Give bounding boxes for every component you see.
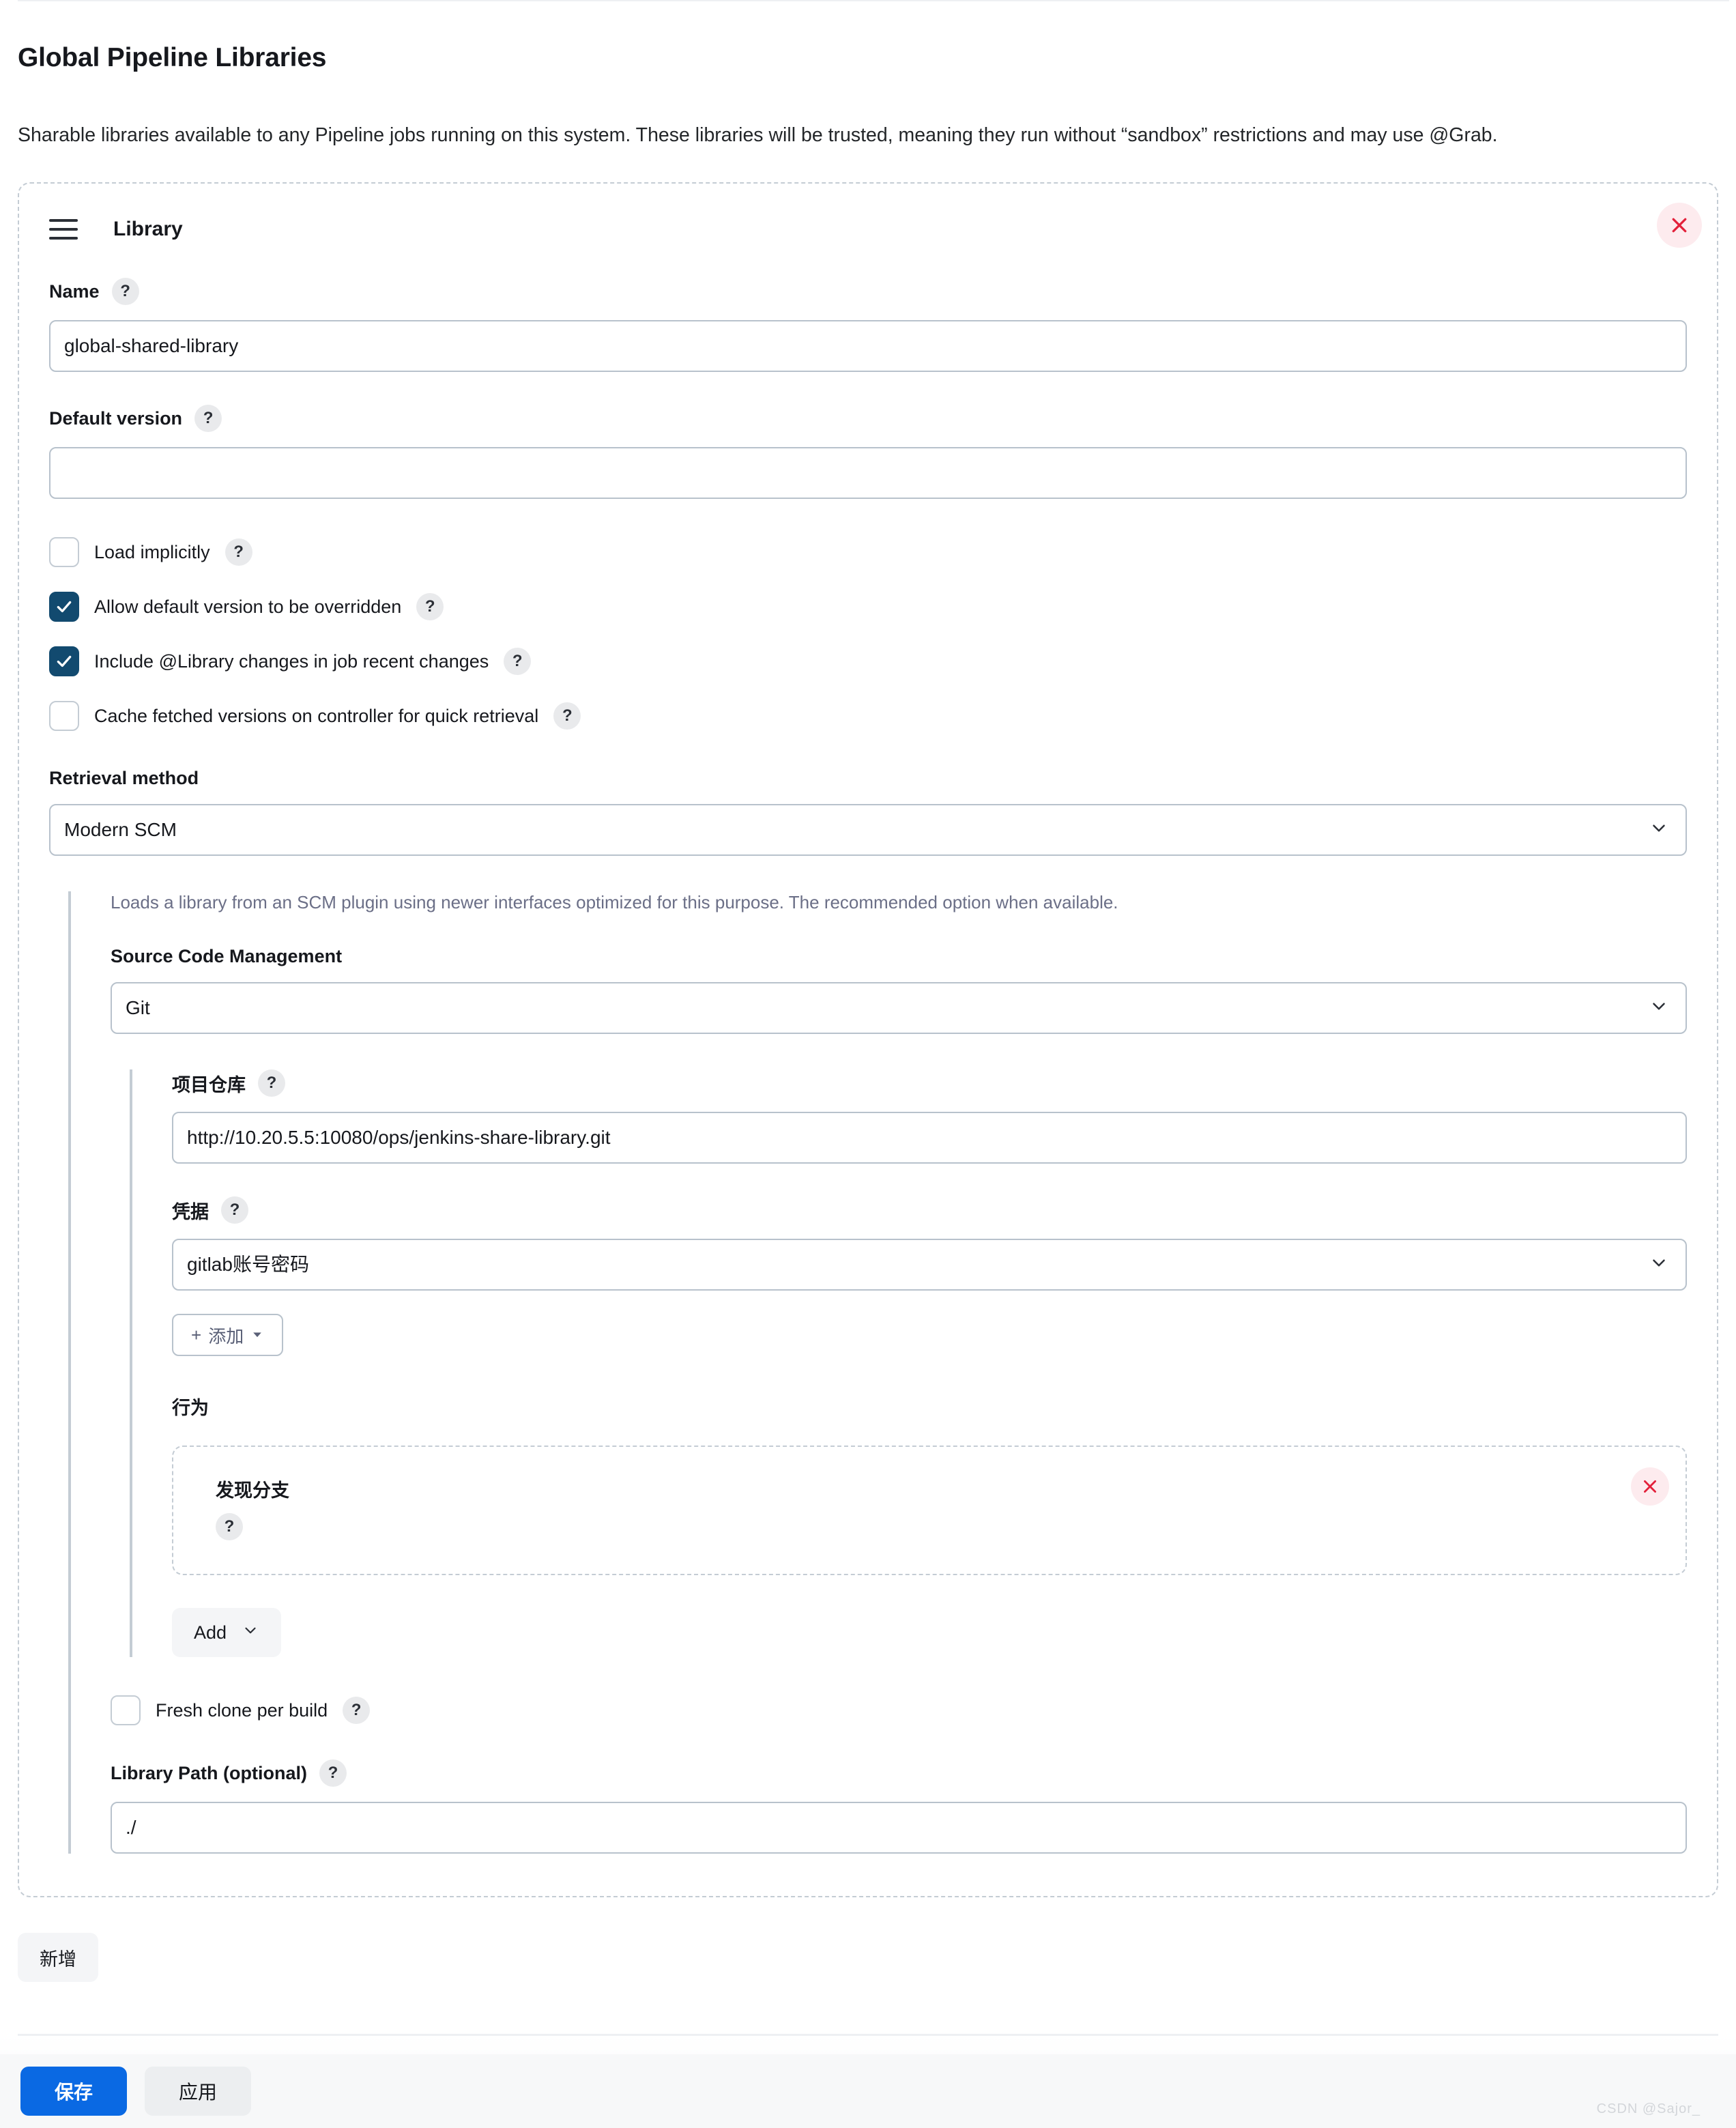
option-fresh-clone[interactable]: Fresh clone per build ?: [111, 1695, 1687, 1726]
option-cache-fetched-versions[interactable]: Cache fetched versions on controller for…: [49, 701, 1687, 732]
cache-fetched-versions-help-icon[interactable]: ?: [553, 702, 581, 730]
cache-fetched-versions-checkbox[interactable]: [49, 701, 79, 732]
scm-select[interactable]: Git: [111, 982, 1687, 1035]
add-credentials-label: 添加: [208, 1325, 244, 1347]
default-version-label: Default version: [49, 407, 183, 429]
repository-help-icon[interactable]: ?: [258, 1069, 285, 1097]
save-button[interactable]: 保存: [20, 2067, 128, 2116]
allow-override-help-icon[interactable]: ?: [416, 593, 444, 621]
scm-label: Source Code Management: [111, 946, 343, 967]
library-path-label: Library Path (optional): [111, 1762, 308, 1783]
name-help-icon[interactable]: ?: [111, 278, 139, 306]
fresh-clone-checkbox[interactable]: [111, 1695, 141, 1726]
default-version-field-group: Default version ?: [49, 405, 1687, 500]
behavior-help-icon[interactable]: ?: [216, 1513, 243, 1541]
option-allow-override[interactable]: Allow default version to be overridden ?: [49, 592, 1687, 622]
add-credentials-button[interactable]: + 添加: [172, 1314, 284, 1357]
default-version-label-row: Default version ?: [49, 405, 1687, 433]
credentials-select-wrap[interactable]: gitlab账号密码: [172, 1239, 1687, 1291]
fresh-clone-label: Fresh clone per build: [156, 1699, 328, 1721]
include-library-changes-label: Include @Library changes in job recent c…: [94, 650, 489, 672]
add-library-wrap: 新增: [18, 1933, 1718, 1983]
name-label: Name: [49, 281, 100, 302]
page-content: Global Pipeline Libraries Sharable libra…: [0, 43, 1736, 1983]
behaviors-label: 行为: [172, 1398, 209, 1419]
add-library-button[interactable]: 新增: [18, 1933, 98, 1983]
retrieval-method-select[interactable]: Modern SCM: [49, 804, 1687, 857]
option-load-implicitly[interactable]: Load implicitly ?: [49, 537, 1687, 568]
library-path-help-icon[interactable]: ?: [319, 1759, 347, 1787]
library-options-list: Load implicitly ? Allow default version …: [49, 537, 1687, 732]
page-title: Global Pipeline Libraries: [18, 43, 327, 72]
behavior-help-row: ?: [216, 1513, 1658, 1541]
modern-scm-hint: Loads a library from an SCM plugin using…: [111, 892, 1118, 913]
modern-scm-block: Loads a library from an SCM plugin using…: [68, 891, 1687, 1854]
repository-label-row: 项目仓库 ?: [172, 1069, 1687, 1097]
allow-override-checkbox[interactable]: [49, 592, 79, 622]
credentials-label-row: 凭据 ?: [172, 1196, 1687, 1224]
library-close-button[interactable]: [1657, 203, 1702, 248]
load-implicitly-checkbox[interactable]: [49, 537, 79, 568]
git-config-block: 项目仓库 ? 凭据 ? gitlab账号密码: [130, 1069, 1687, 1658]
behavior-item-label: 发现分支: [216, 1480, 289, 1501]
default-version-help-icon[interactable]: ?: [194, 405, 222, 433]
credentials-label: 凭据: [172, 1201, 209, 1222]
default-version-input[interactable]: [49, 447, 1687, 500]
plus-icon: +: [191, 1324, 202, 1345]
name-label-row: Name ?: [49, 278, 1687, 306]
retrieval-method-select-wrap[interactable]: Modern SCM: [49, 804, 1687, 857]
credentials-help-icon[interactable]: ?: [221, 1196, 248, 1224]
library-card-title: Library: [113, 218, 183, 241]
scm-select-wrap[interactable]: Git: [111, 982, 1687, 1035]
library-path-label-row: Library Path (optional) ?: [111, 1759, 1687, 1787]
top-divider: [18, 0, 1729, 1]
page-description: Sharable libraries available to any Pipe…: [18, 124, 1498, 146]
drag-handle-icon[interactable]: [49, 219, 78, 240]
retrieval-method-label: Retrieval method: [49, 768, 199, 789]
repository-url-input[interactable]: [172, 1112, 1687, 1164]
include-library-changes-help-icon[interactable]: ?: [504, 648, 532, 676]
cache-fetched-versions-label: Cache fetched versions on controller for…: [94, 705, 539, 726]
page-root: Global Pipeline Libraries Sharable libra…: [0, 0, 1736, 2128]
option-include-library-changes[interactable]: Include @Library changes in job recent c…: [49, 646, 1687, 677]
behaviors-box: 发现分支 ?: [172, 1446, 1687, 1576]
name-field-group: Name ?: [49, 278, 1687, 373]
add-behavior-label: Add: [194, 1622, 227, 1643]
load-implicitly-help-icon[interactable]: ?: [225, 538, 252, 566]
credentials-select[interactable]: gitlab账号密码: [172, 1239, 1687, 1291]
library-path-input[interactable]: [111, 1802, 1687, 1854]
load-implicitly-label: Load implicitly: [94, 541, 210, 562]
action-bar: 保存 应用 CSDN @Sajor_: [0, 2054, 1736, 2128]
close-icon: [1641, 1478, 1659, 1495]
include-library-changes-checkbox[interactable]: [49, 646, 79, 677]
apply-button[interactable]: 应用: [145, 2067, 252, 2116]
repository-label: 项目仓库: [172, 1074, 246, 1095]
add-behavior-button[interactable]: Add: [172, 1608, 282, 1658]
fresh-clone-help-icon[interactable]: ?: [343, 1697, 371, 1725]
behavior-remove-button[interactable]: [1631, 1467, 1669, 1506]
behaviors-add-wrap: Add: [172, 1608, 1687, 1658]
library-card-header: Library: [49, 214, 1687, 245]
name-input[interactable]: [49, 320, 1687, 373]
watermark: CSDN @Sajor_: [1596, 2101, 1701, 2116]
close-icon: [1669, 215, 1690, 235]
chevron-down-icon: [242, 1622, 259, 1644]
library-card: Library Name ? Default version ?: [18, 182, 1718, 1898]
caret-down-icon: [250, 1325, 264, 1346]
allow-override-label: Allow default version to be overridden: [94, 596, 402, 617]
